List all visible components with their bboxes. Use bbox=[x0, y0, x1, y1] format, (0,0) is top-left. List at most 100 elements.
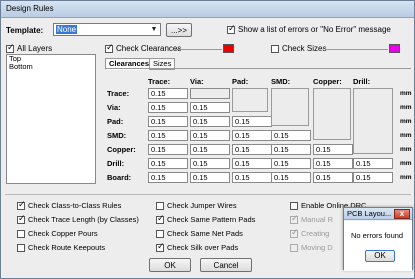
popup-ok-button[interactable]: OK bbox=[365, 250, 395, 262]
check-clearances-option[interactable]: Check Clearances bbox=[105, 43, 181, 53]
option-checkbox[interactable] bbox=[156, 214, 165, 225]
unit-label: mm bbox=[400, 146, 412, 153]
check-sizes-option[interactable]: Check Sizes bbox=[271, 44, 326, 53]
close-icon[interactable]: x bbox=[394, 209, 410, 219]
unit-label: mm bbox=[400, 132, 412, 139]
clearance-cell[interactable]: 0.15 bbox=[271, 130, 311, 141]
clearance-cell[interactable]: 0.15 bbox=[148, 88, 188, 99]
row-header: SMD: bbox=[107, 131, 127, 140]
option-item[interactable]: Manual R bbox=[290, 214, 333, 225]
dialog-title: Design Rules bbox=[6, 4, 54, 13]
clearance-cell[interactable]: 0.15 bbox=[232, 116, 272, 127]
option-checkbox[interactable] bbox=[156, 242, 165, 253]
popup-title-bar[interactable]: PCB Layou... x bbox=[344, 208, 412, 220]
option-checkbox[interactable] bbox=[17, 200, 26, 211]
clearance-cell[interactable]: 0.15 bbox=[148, 144, 188, 155]
chevron-down-icon[interactable]: ▼ bbox=[148, 24, 160, 35]
all-layers-option[interactable]: All Layers bbox=[6, 43, 53, 53]
tab-divider bbox=[105, 68, 411, 69]
clearance-cell[interactable]: 0.15 bbox=[271, 144, 311, 155]
clearance-cell[interactable]: 0.15 bbox=[190, 130, 230, 141]
clearance-cell[interactable]: 0.15 bbox=[232, 172, 272, 183]
column-header: SMD: bbox=[271, 77, 291, 86]
ok-button[interactable]: OK bbox=[149, 258, 191, 272]
disabled-area bbox=[232, 88, 268, 112]
clearance-cell[interactable]: 0.15 bbox=[190, 116, 230, 127]
template-more-button[interactable]: ...>> bbox=[166, 23, 192, 37]
check-clearances-checkbox[interactable] bbox=[105, 43, 114, 53]
check-sizes-checkbox[interactable] bbox=[271, 44, 279, 53]
option-label: Check Route Keepouts bbox=[28, 243, 106, 252]
clearance-cell[interactable]: 0.15 bbox=[148, 130, 188, 141]
show-errors-checkbox[interactable] bbox=[227, 24, 236, 34]
option-label: Check Class-to-Class Rules bbox=[28, 201, 122, 210]
clearance-cell[interactable]: 0.15 bbox=[313, 158, 353, 169]
option-item[interactable]: Creating bbox=[290, 228, 329, 239]
layer-item[interactable]: Bottom bbox=[7, 63, 95, 71]
option-checkbox[interactable] bbox=[17, 230, 25, 239]
option-item[interactable]: Check Route Keepouts bbox=[17, 243, 106, 253]
unit-label: mm bbox=[400, 160, 412, 167]
clearance-cell[interactable]: 0.15 bbox=[353, 172, 393, 183]
clearance-cell[interactable]: 0.15 bbox=[148, 102, 188, 113]
show-errors-option[interactable]: Show a list of errors or "No Error" mess… bbox=[227, 24, 391, 34]
clearance-cell[interactable]: 0.15 bbox=[148, 158, 188, 169]
cancel-button[interactable]: Cancel bbox=[200, 258, 252, 272]
column-header: Drill: bbox=[353, 77, 371, 86]
clearance-cell[interactable]: 0.15 bbox=[353, 158, 393, 169]
option-label: Check Same Net Pads bbox=[167, 229, 243, 238]
unit-label: mm bbox=[400, 104, 412, 111]
option-checkbox[interactable] bbox=[156, 230, 164, 239]
clearance-cell[interactable]: 0.15 bbox=[190, 172, 230, 183]
option-item[interactable]: Check Silk over Pads bbox=[156, 242, 239, 253]
row-header: Pad: bbox=[107, 117, 124, 126]
clearance-cell[interactable]: 0.15 bbox=[232, 144, 272, 155]
option-item[interactable]: Check Same Net Pads bbox=[156, 229, 243, 239]
template-select[interactable]: None ▼ bbox=[53, 23, 161, 36]
option-checkbox[interactable] bbox=[17, 244, 25, 253]
title-bar[interactable]: Design Rules bbox=[1, 1, 414, 18]
option-item[interactable]: Moving D bbox=[290, 243, 333, 253]
column-header: Trace: bbox=[148, 77, 171, 86]
option-checkbox[interactable] bbox=[17, 214, 26, 225]
option-checkbox[interactable] bbox=[290, 228, 299, 239]
option-checkbox[interactable] bbox=[290, 214, 299, 225]
clearance-cell[interactable]: 0.15 bbox=[190, 158, 230, 169]
clearance-cell[interactable]: 0.15 bbox=[148, 116, 188, 127]
option-label: Check Silk over Pads bbox=[167, 243, 239, 252]
row-header: Drill: bbox=[107, 159, 125, 168]
column-header: Pad: bbox=[232, 77, 249, 86]
option-checkbox[interactable] bbox=[290, 244, 298, 253]
clearance-cell[interactable]: 0.15 bbox=[148, 172, 188, 183]
disabled-area bbox=[313, 88, 351, 140]
option-label: Check Same Pattern Pads bbox=[167, 215, 256, 224]
all-layers-checkbox[interactable] bbox=[6, 43, 15, 53]
option-item[interactable]: Check Trace Length (by Classes) bbox=[17, 214, 139, 225]
option-item[interactable]: Check Class-to-Class Rules bbox=[17, 200, 122, 211]
option-checkbox[interactable] bbox=[290, 202, 298, 211]
unit-label: mm bbox=[400, 174, 412, 181]
option-checkbox[interactable] bbox=[156, 202, 164, 211]
check-sizes-label: Check Sizes bbox=[282, 44, 327, 53]
clearance-cell[interactable]: 0.15 bbox=[232, 158, 272, 169]
clearance-cell[interactable]: 0.15 bbox=[271, 158, 311, 169]
layer-list[interactable]: Top Bottom bbox=[6, 54, 96, 184]
clearance-cell[interactable]: 0.15 bbox=[232, 130, 272, 141]
clearances-color-swatch[interactable] bbox=[223, 44, 234, 53]
divider bbox=[325, 49, 388, 50]
row-header: Via: bbox=[107, 103, 121, 112]
option-label: Check Jumper Wires bbox=[167, 201, 237, 210]
clearance-cell[interactable]: 0.15 bbox=[313, 172, 353, 183]
all-layers-label: All Layers bbox=[17, 44, 53, 53]
clearance-cell[interactable]: 0.15 bbox=[190, 102, 230, 113]
clearance-cell[interactable]: 0.15 bbox=[190, 144, 230, 155]
unit-label: mm bbox=[400, 90, 412, 97]
unit-label: mm bbox=[400, 118, 412, 125]
clearance-cell[interactable]: 0.15 bbox=[271, 172, 311, 183]
option-item[interactable]: Check Same Pattern Pads bbox=[156, 214, 256, 225]
clearance-cell[interactable]: 0.15 bbox=[313, 144, 353, 155]
option-item[interactable]: Check Copper Pours bbox=[17, 229, 98, 239]
row-header: Copper: bbox=[107, 145, 136, 154]
option-item[interactable]: Check Jumper Wires bbox=[156, 201, 237, 211]
sizes-color-swatch[interactable] bbox=[389, 44, 400, 53]
